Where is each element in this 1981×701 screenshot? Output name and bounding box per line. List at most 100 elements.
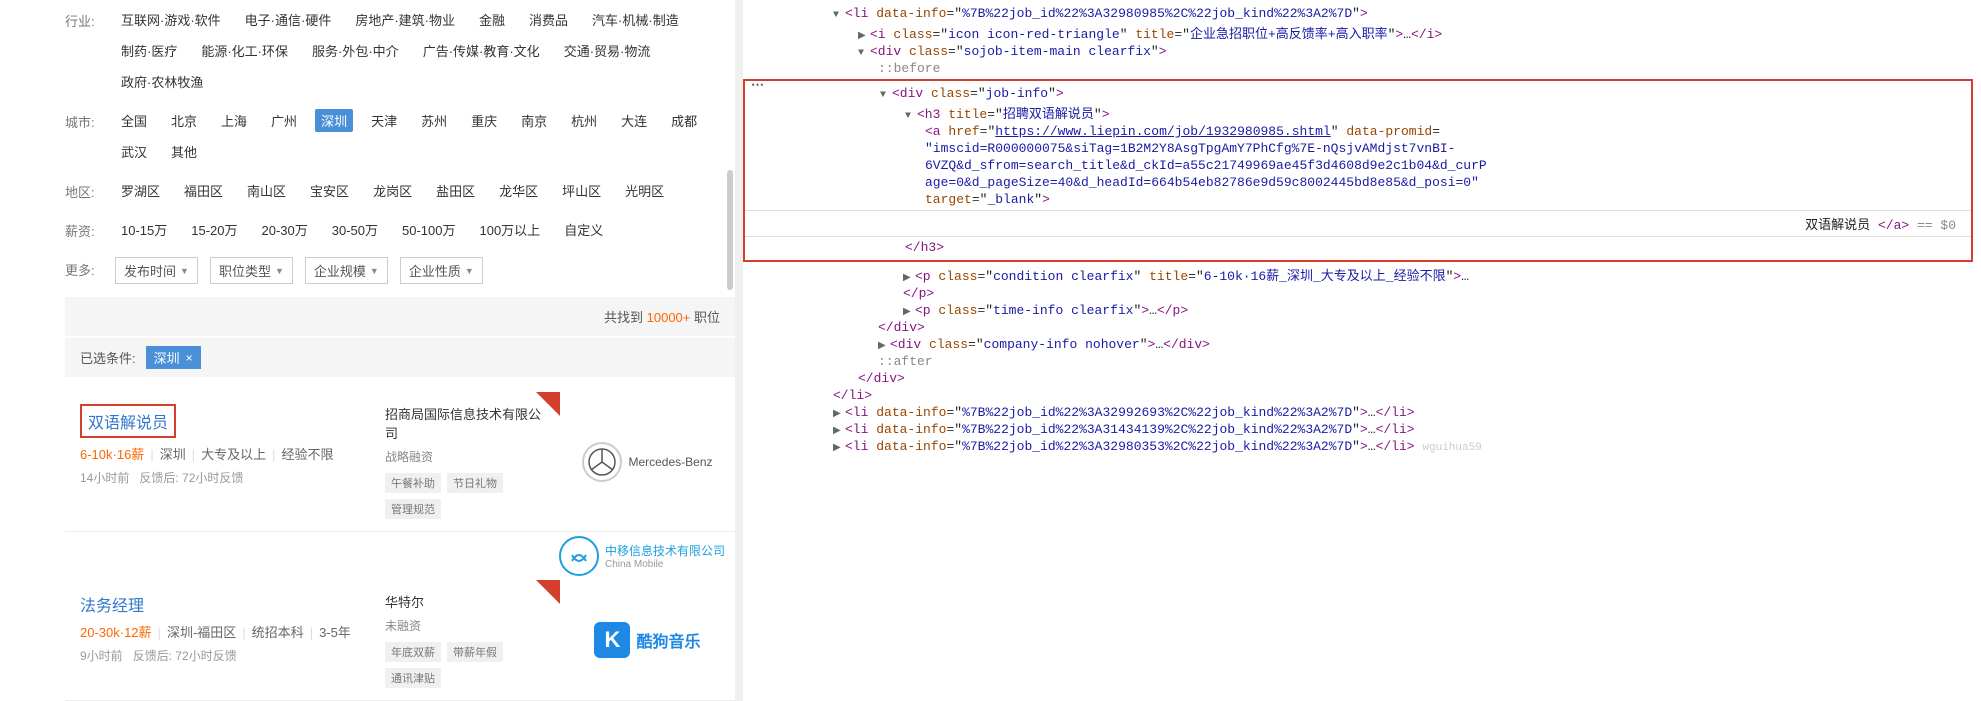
filter-row-salary: 薪资: 10-15万 15-20万 20-30万 30-50万 50-100万 100万以… [65,210,735,249]
filter-item[interactable]: 重庆 [465,109,503,132]
job-salary: 6-10k·16薪 [80,447,144,462]
filter-row-region: 地区: 罗湖区福田区南山区宝安区龙岗区盐田区龙华区坪山区光明区 [65,171,735,210]
company-name[interactable]: 华特尔 [385,592,550,611]
devtools-panel: ▼<li data-info="%7B%22job_id%22%3A329809… [743,0,1981,701]
dt-attr-value: job-info [986,86,1048,101]
filter-item[interactable]: 南京 [515,109,553,132]
filter-item[interactable]: 武汉 [115,140,153,163]
dt-attr-value: 招聘双语解说员 [1003,107,1094,122]
pane-divider[interactable] [735,0,743,701]
filter-item[interactable]: 房地产·建筑·物业 [349,8,461,31]
dropdown-button[interactable]: 企业性质▼ [400,257,483,284]
filter-item[interactable]: 广州 [265,109,303,132]
filter-item[interactable]: 全国 [115,109,153,132]
dt-href[interactable]: https://www.liepin.com/job/1932980985.sh… [995,124,1330,139]
filter-item[interactable]: 苏州 [415,109,453,132]
filter-item[interactable]: 自定义 [558,218,609,241]
dt-pseudo: ::before [878,61,940,76]
filter-item[interactable]: 上海 [215,109,253,132]
filter-item[interactable]: 100万以上 [473,218,546,241]
filter-item[interactable]: 服务·外包·中介 [306,39,405,62]
company-logo-name: 酷狗音乐 [636,628,700,652]
filter-item[interactable]: 电子·通信·硬件 [239,8,338,31]
filter-item[interactable]: 政府·农林牧渔 [115,70,209,93]
dt-attr-value: %7B%22job_id%22%3A32980985%2C%22job_kind… [962,6,1352,21]
filter-label: 城市: [65,109,115,131]
kugou-logo-icon: K [594,622,630,658]
filter-item[interactable]: 15-20万 [185,218,243,241]
overflow-dots-icon: ⋯ [751,78,764,93]
chevron-down-icon: ▼ [465,266,474,276]
filter-item[interactable]: 大连 [615,109,653,132]
job-title-link[interactable]: 法务经理 [80,592,144,616]
filter-item[interactable]: 南山区 [241,179,292,202]
filter-item[interactable]: 交通·贸易·物流 [558,39,657,62]
condition-tag-text: 深圳 [154,348,180,367]
job-tag: 节日礼物 [447,473,503,493]
job-tag: 午餐补助 [385,473,441,493]
filter-item[interactable]: 光明区 [619,179,670,202]
condition-tag[interactable]: 深圳 × [146,346,201,369]
job-feedback: 反馈后: 72小时反馈 [139,471,243,485]
filter-item[interactable]: 50-100万 [396,218,461,241]
chevron-down-icon: ▼ [275,266,284,276]
filter-item[interactable]: 天津 [365,109,403,132]
filter-item[interactable]: 消费品 [523,8,574,31]
job-mid: 华特尔未融资年底双薪带薪年假通讯津贴 [375,580,560,700]
dt-attr-value: sojob-item-main clearfix [964,44,1151,59]
filter-item[interactable]: 宝安区 [304,179,355,202]
china-mobile-logo[interactable]: 中移信息技术有限公司China Mobile [559,536,725,576]
filter-panel: 行业: 互联网·游戏·软件电子·通信·硬件房地产·建筑·物业金融消费品汽车·机械… [0,0,735,701]
filter-item[interactable]: 10-15万 [115,218,173,241]
dropdown-button[interactable]: 职位类型▼ [210,257,293,284]
job-location: 深圳 [160,447,186,462]
job-exp: 经验不限 [282,447,334,462]
job-edu: 大专及以上 [201,447,266,462]
company-stage: 战略融资 [385,448,550,465]
job-title-link[interactable]: 双语解说员 [80,404,176,438]
dt-attr-value: "imscid=R000000075&siTag=1B2M2Y8AsgTpgAm… [925,141,1456,156]
job-location: 深圳-福田区 [167,625,236,640]
job-row: 双语解说员6-10k·16薪|深圳|大专及以上|经验不限14小时前 反馈后: 7… [65,392,735,532]
chevron-down-icon: ▼ [370,266,379,276]
filter-item[interactable]: 杭州 [565,109,603,132]
filter-item[interactable]: 深圳 [315,109,353,132]
scrollbar-thumb[interactable] [727,170,733,290]
close-icon[interactable]: × [186,351,193,365]
company-name[interactable]: 招商局国际信息技术有限公司 [385,404,550,442]
dropdown-button[interactable]: 企业规模▼ [305,257,388,284]
job-right[interactable]: K酷狗音乐 [560,580,735,700]
filter-item[interactable]: 制药·医疗 [115,39,183,62]
summary-suffix: 职位 [690,310,720,325]
job-tag: 管理规范 [385,499,441,519]
dt-attr-value: 企业急招职位+高反馈率+高入职率 [1190,27,1388,42]
corner-flag-icon [536,580,560,604]
filter-item[interactable]: 北京 [165,109,203,132]
filter-item[interactable]: 盐田区 [430,179,481,202]
dropdown-button[interactable]: 发布时间▼ [115,257,198,284]
filter-item[interactable]: 龙岗区 [367,179,418,202]
filter-item[interactable]: 龙华区 [493,179,544,202]
filter-item[interactable]: 坪山区 [556,179,607,202]
filter-row-more: 更多: 发布时间▼职位类型▼企业规模▼企业性质▼ [65,249,735,292]
dt-attr-value: icon icon-red-triangle [948,27,1120,42]
filter-item[interactable]: 罗湖区 [115,179,166,202]
filter-item[interactable]: 能源·化工·环保 [195,39,294,62]
filter-item[interactable]: 成都 [665,109,703,132]
filter-item[interactable]: 广告·传媒·教育·文化 [417,39,546,62]
job-exp: 3-5年 [319,625,351,640]
filter-label: 薪资: [65,218,115,240]
filter-item[interactable]: 20-30万 [256,218,314,241]
filter-row-industry: 行业: 互联网·游戏·软件电子·通信·硬件房地产·建筑·物业金融消费品汽车·机械… [65,0,735,101]
job-tag: 通讯津贴 [385,668,441,688]
filter-row-city: 城市: 全国北京上海广州深圳天津苏州重庆南京杭州大连成都武汉其他 [65,101,735,171]
filter-item[interactable]: 福田区 [178,179,229,202]
filter-item[interactable]: 30-50万 [326,218,384,241]
filter-item[interactable]: 其他 [165,140,203,163]
result-summary: 共找到 10000+ 职位 [65,297,735,336]
filter-item[interactable]: 金融 [473,8,511,31]
job-right[interactable]: Mercedes-Benz [560,392,735,531]
filter-item[interactable]: 汽车·机械·制造 [586,8,685,31]
chevron-down-icon: ▼ [180,266,189,276]
filter-item[interactable]: 互联网·游戏·软件 [115,8,227,31]
